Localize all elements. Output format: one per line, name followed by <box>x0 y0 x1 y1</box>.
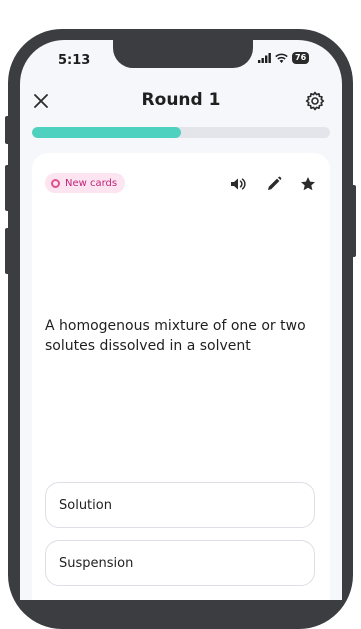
progress-fill <box>32 127 181 138</box>
status-time: 5:13 <box>58 53 91 68</box>
answer-option[interactable]: Solution <box>45 482 315 528</box>
status-icons: 76 <box>258 52 310 64</box>
answer-option[interactable]: Suspension <box>45 540 315 586</box>
star-icon[interactable] <box>300 176 316 192</box>
status-badge: New cards <box>45 173 126 193</box>
speaker-icon[interactable] <box>230 176 246 192</box>
flashcard: New cards A homogenous mixture of one or… <box>32 153 330 600</box>
circle-icon <box>51 178 60 188</box>
wifi-icon <box>275 53 288 63</box>
badge-label: New cards <box>65 177 118 189</box>
page-title: Round 1 <box>141 90 221 110</box>
battery-icon: 76 <box>292 52 310 64</box>
pencil-icon[interactable] <box>266 176 282 192</box>
phone-screen: 5:13 76 Round 1 New cards A homogenous m… <box>20 40 342 600</box>
phone-notch <box>113 40 253 68</box>
progress-bar <box>32 127 330 138</box>
signal-icon <box>258 53 271 63</box>
card-prompt: A homogenous mixture of one or two solut… <box>45 318 306 354</box>
gear-icon[interactable] <box>305 91 325 111</box>
